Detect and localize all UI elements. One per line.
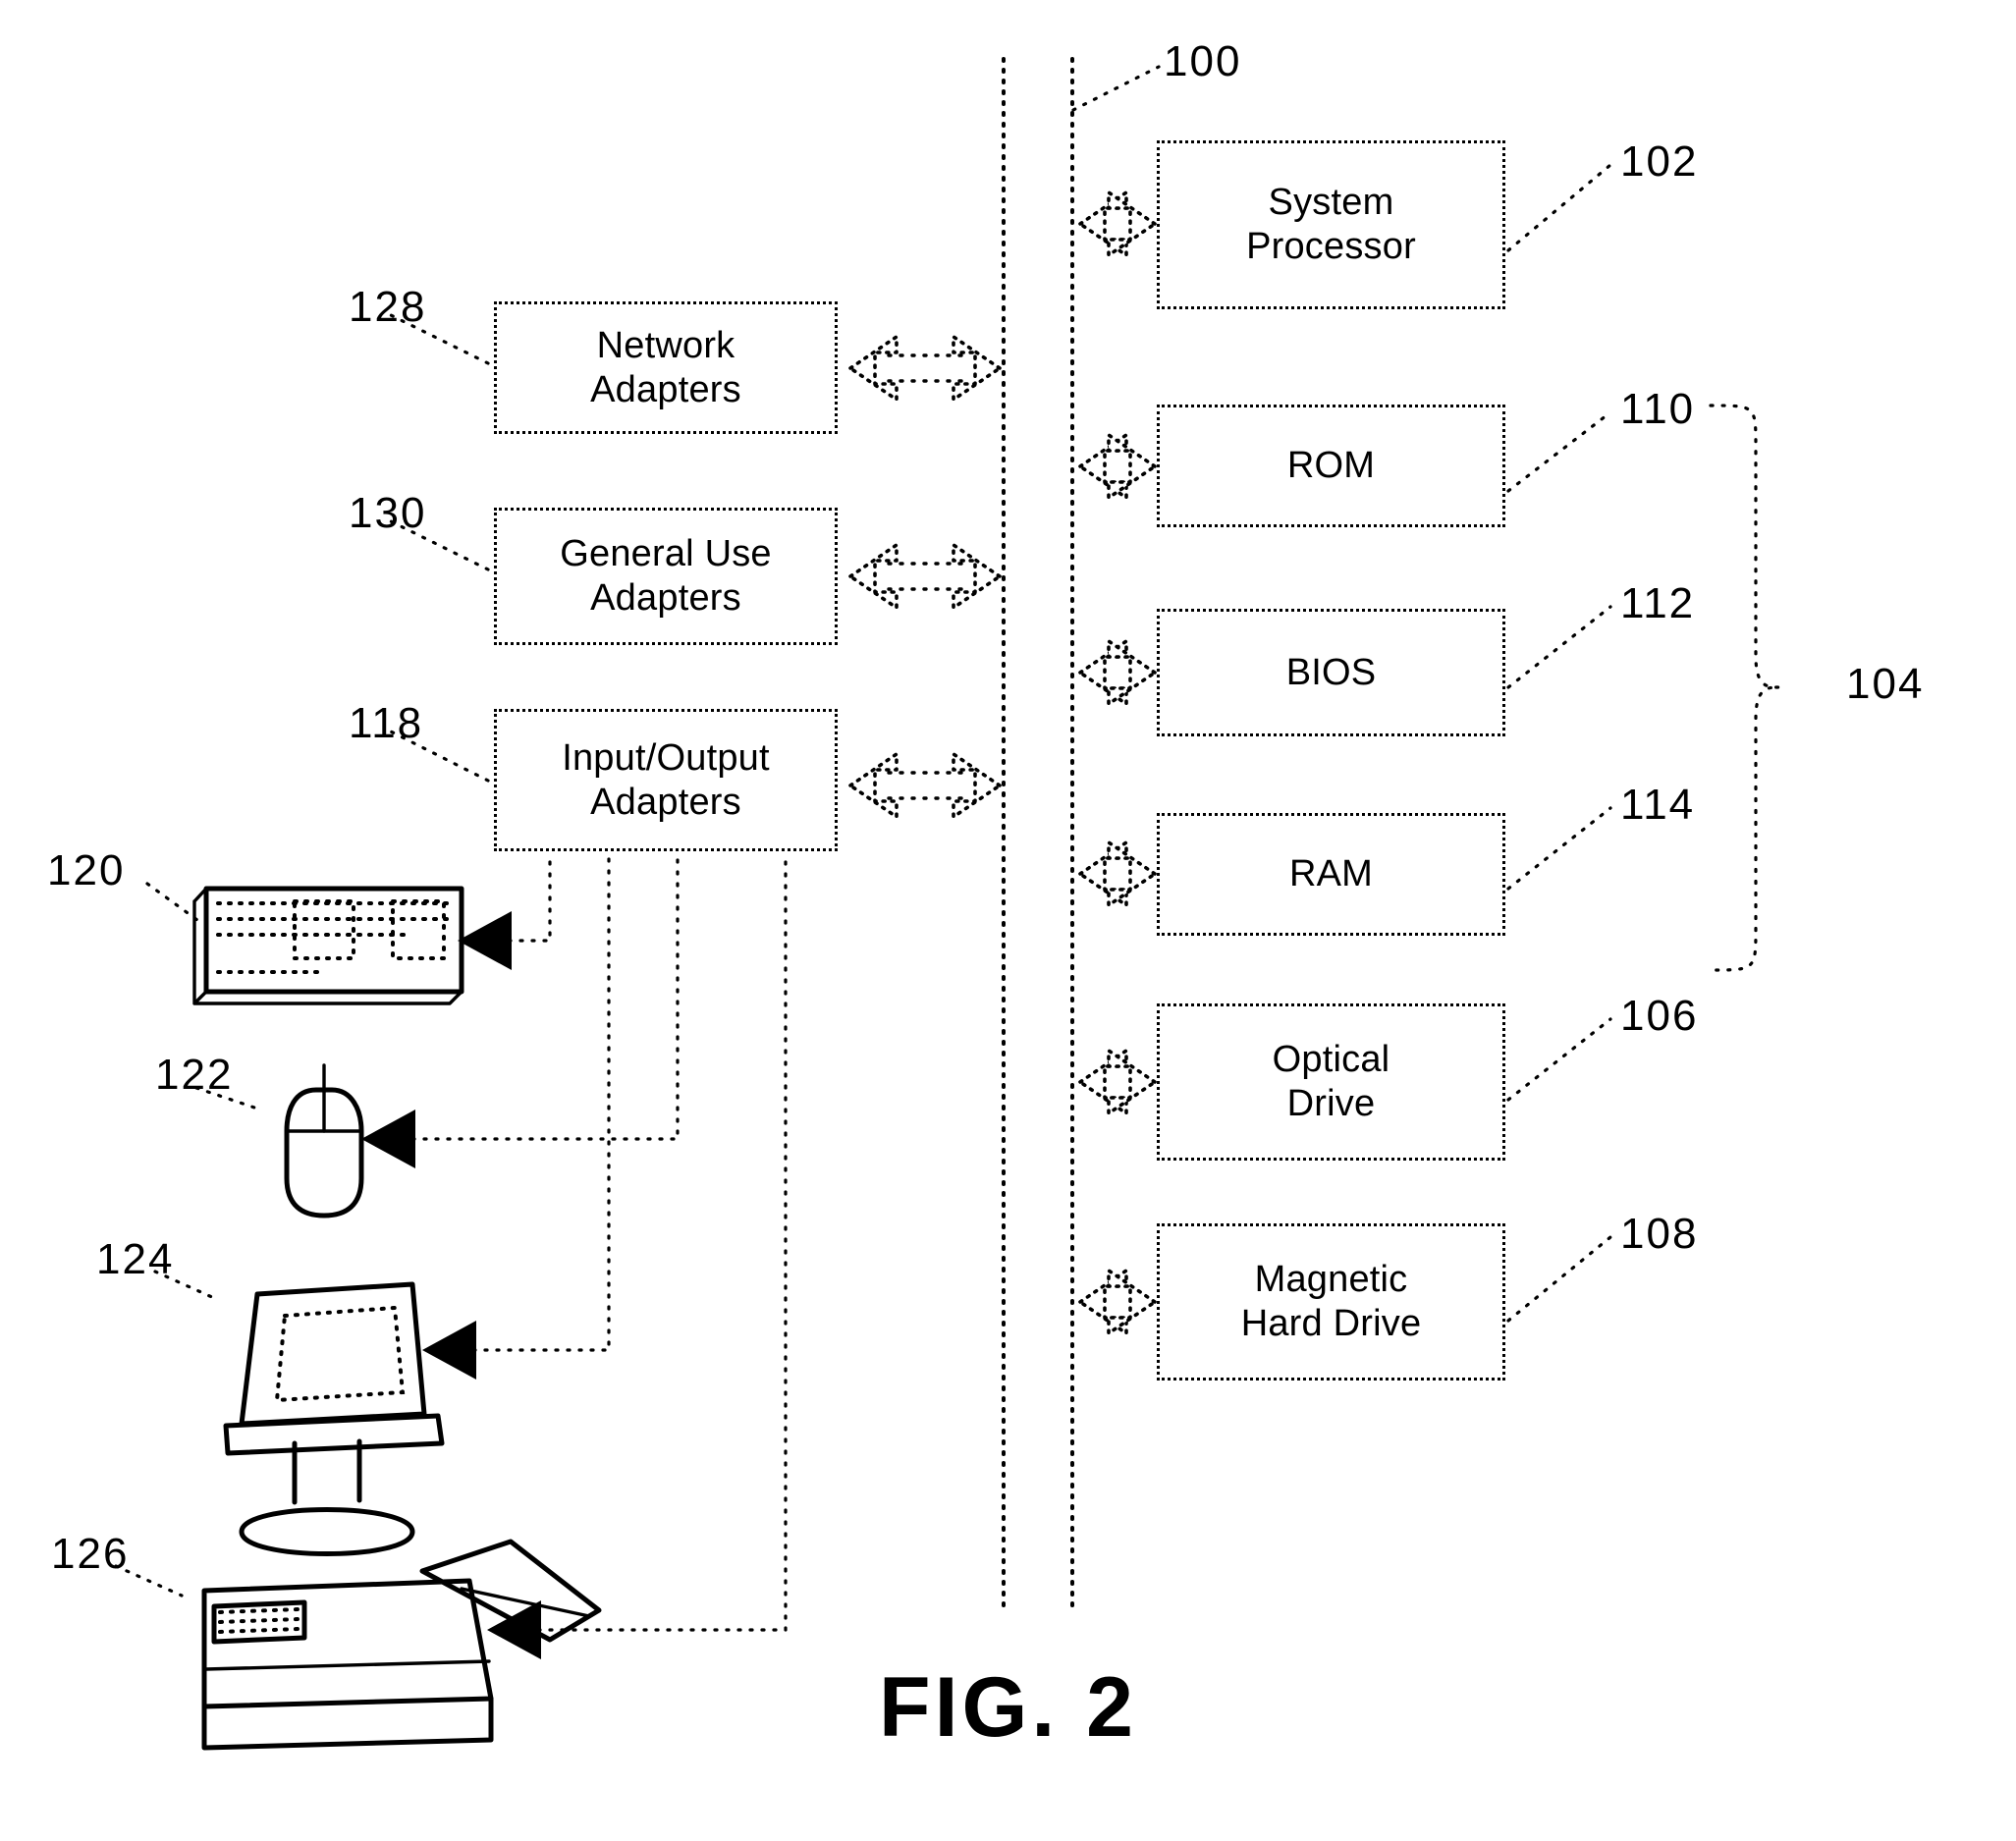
block-label-optical-drive: Optical Drive: [1272, 1039, 1390, 1124]
block-label-network-adapters: Network Adapters: [590, 324, 741, 410]
block-rom[interactable]: ROM: [1157, 405, 1505, 527]
ref-numeral-102: 102: [1620, 137, 1699, 186]
arrow-bus-to-bios: [1078, 639, 1157, 706]
printer-connector: [489, 854, 788, 1632]
leader-108: [1506, 1235, 1612, 1323]
ref-numeral-114: 114: [1620, 781, 1696, 829]
ref-numeral-108: 108: [1620, 1210, 1699, 1258]
ref-numeral-128: 128: [349, 283, 427, 331]
block-label-system-processor: System Processor: [1246, 182, 1416, 267]
mouse-connector: [363, 854, 680, 1141]
arrow-bus-to-magnetic-hard-drive: [1078, 1269, 1157, 1335]
monitor-icon: [223, 1281, 445, 1556]
block-ram[interactable]: RAM: [1157, 813, 1505, 936]
ref-numeral-130: 130: [349, 489, 427, 537]
monitor-connector: [424, 854, 611, 1352]
block-label-bios: BIOS: [1285, 651, 1377, 693]
diagram-overlay: .dot { stroke:#000; stroke-width:4; stro…: [114, 57, 1780, 1751]
arrow-general-use-adapters-to-bus: [848, 543, 1002, 610]
leader-114: [1506, 806, 1612, 891]
leader-120: [145, 882, 203, 925]
leader-100: [1071, 65, 1161, 112]
ref-numeral-126: 126: [51, 1530, 130, 1578]
figure-caption: FIG. 2: [879, 1660, 1137, 1755]
ref-numeral-112: 112: [1620, 579, 1696, 627]
ref-numeral-100: 100: [1164, 37, 1242, 85]
ref-numeral-124: 124: [96, 1235, 175, 1283]
leader-102: [1506, 163, 1612, 252]
keyboard-connector: [460, 852, 552, 943]
arrow-bus-to-system-processor: [1078, 190, 1157, 257]
leader-112: [1506, 605, 1612, 689]
block-label-rom: ROM: [1286, 445, 1376, 487]
block-system-processor[interactable]: System Processor: [1157, 140, 1505, 309]
block-general-use-adapters[interactable]: General Use Adapters: [494, 508, 838, 645]
block-bios[interactable]: BIOS: [1157, 609, 1505, 736]
arrow-network-adapters-to-bus: [848, 335, 1002, 402]
block-input-output-adapters[interactable]: Input/Output Adapters: [494, 709, 838, 851]
ref-numeral-110: 110: [1620, 385, 1696, 433]
block-label-ram: RAM: [1288, 853, 1374, 895]
block-optical-drive[interactable]: Optical Drive: [1157, 1003, 1505, 1161]
ref-numeral-106: 106: [1620, 992, 1699, 1040]
block-magnetic-hard-drive[interactable]: Magnetic Hard Drive: [1157, 1223, 1505, 1381]
ref-numeral-104: 104: [1846, 660, 1925, 708]
block-network-adapters[interactable]: Network Adapters: [494, 301, 838, 434]
ref-numeral-118: 118: [349, 699, 424, 747]
keyboard-icon: [192, 886, 464, 1005]
arrow-bus-to-rom: [1078, 433, 1157, 500]
patent-figure-2: .dot { stroke:#000; stroke-width:4; stro…: [0, 0, 2016, 1841]
block-label-magnetic-hard-drive: Magnetic Hard Drive: [1240, 1259, 1422, 1344]
ref-numeral-120: 120: [47, 846, 126, 894]
block-label-general-use-adapters: General Use Adapters: [560, 533, 772, 619]
leader-106: [1506, 1017, 1612, 1102]
memory-group-brace: [1709, 404, 1780, 972]
arrow-bus-to-optical-drive: [1078, 1049, 1157, 1115]
arrow-io-adapters-to-bus: [848, 752, 1002, 819]
mouse-icon: [284, 1063, 364, 1218]
leader-110: [1506, 410, 1612, 493]
block-label-input-output-adapters: Input/Output Adapters: [562, 736, 770, 823]
arrow-bus-to-ram: [1078, 840, 1157, 907]
ref-numeral-122: 122: [155, 1051, 234, 1099]
